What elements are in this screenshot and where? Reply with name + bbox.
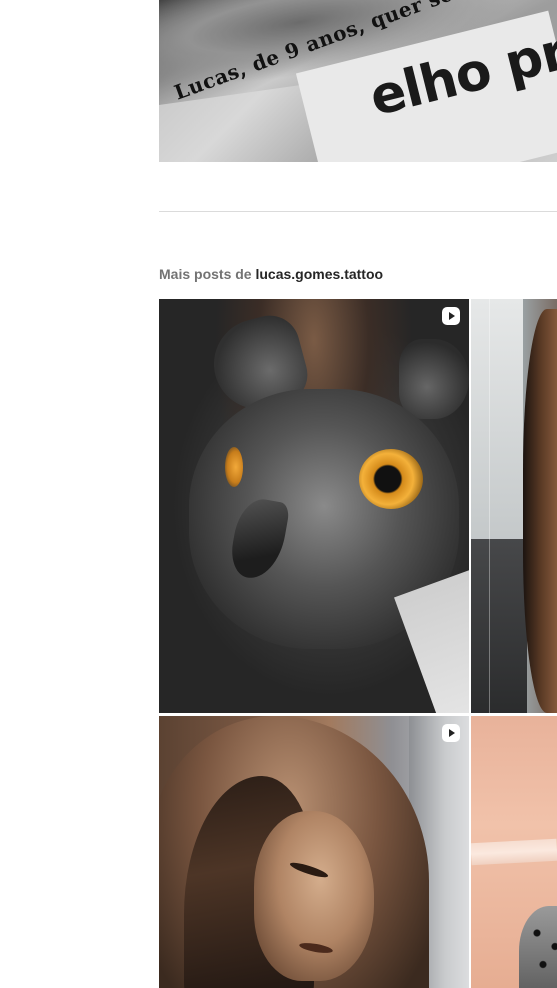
more-posts-prefix: Mais posts de: [159, 266, 252, 282]
grid-post-owl[interactable]: [159, 299, 469, 713]
more-posts-username-link[interactable]: lucas.gomes.tattoo: [255, 266, 383, 282]
tattooed-arm: [523, 309, 557, 713]
grid-post-leopard[interactable]: [471, 716, 557, 988]
woman-face: [254, 811, 374, 981]
studio-panel: [471, 539, 527, 713]
more-posts-heading: Mais posts de lucas.gomes.tattoo: [159, 266, 383, 282]
reel-play-icon: [442, 307, 460, 325]
post-carousel-image[interactable]: Lucas, de 9 anos, quer ser artista elho …: [159, 0, 557, 162]
grid-post-woman[interactable]: [159, 716, 469, 988]
section-divider: [159, 211, 557, 212]
owl-ear: [399, 339, 469, 419]
grid-post-arm[interactable]: [471, 299, 557, 713]
owl-eye: [359, 449, 423, 509]
panel-line: [489, 299, 490, 713]
owl-eye: [225, 447, 243, 487]
post-page: Lucas, de 9 anos, quer ser artista elho …: [0, 0, 557, 988]
reel-play-icon: [442, 724, 460, 742]
leopard-tattoo: [519, 906, 557, 988]
skin-band: [471, 838, 557, 866]
